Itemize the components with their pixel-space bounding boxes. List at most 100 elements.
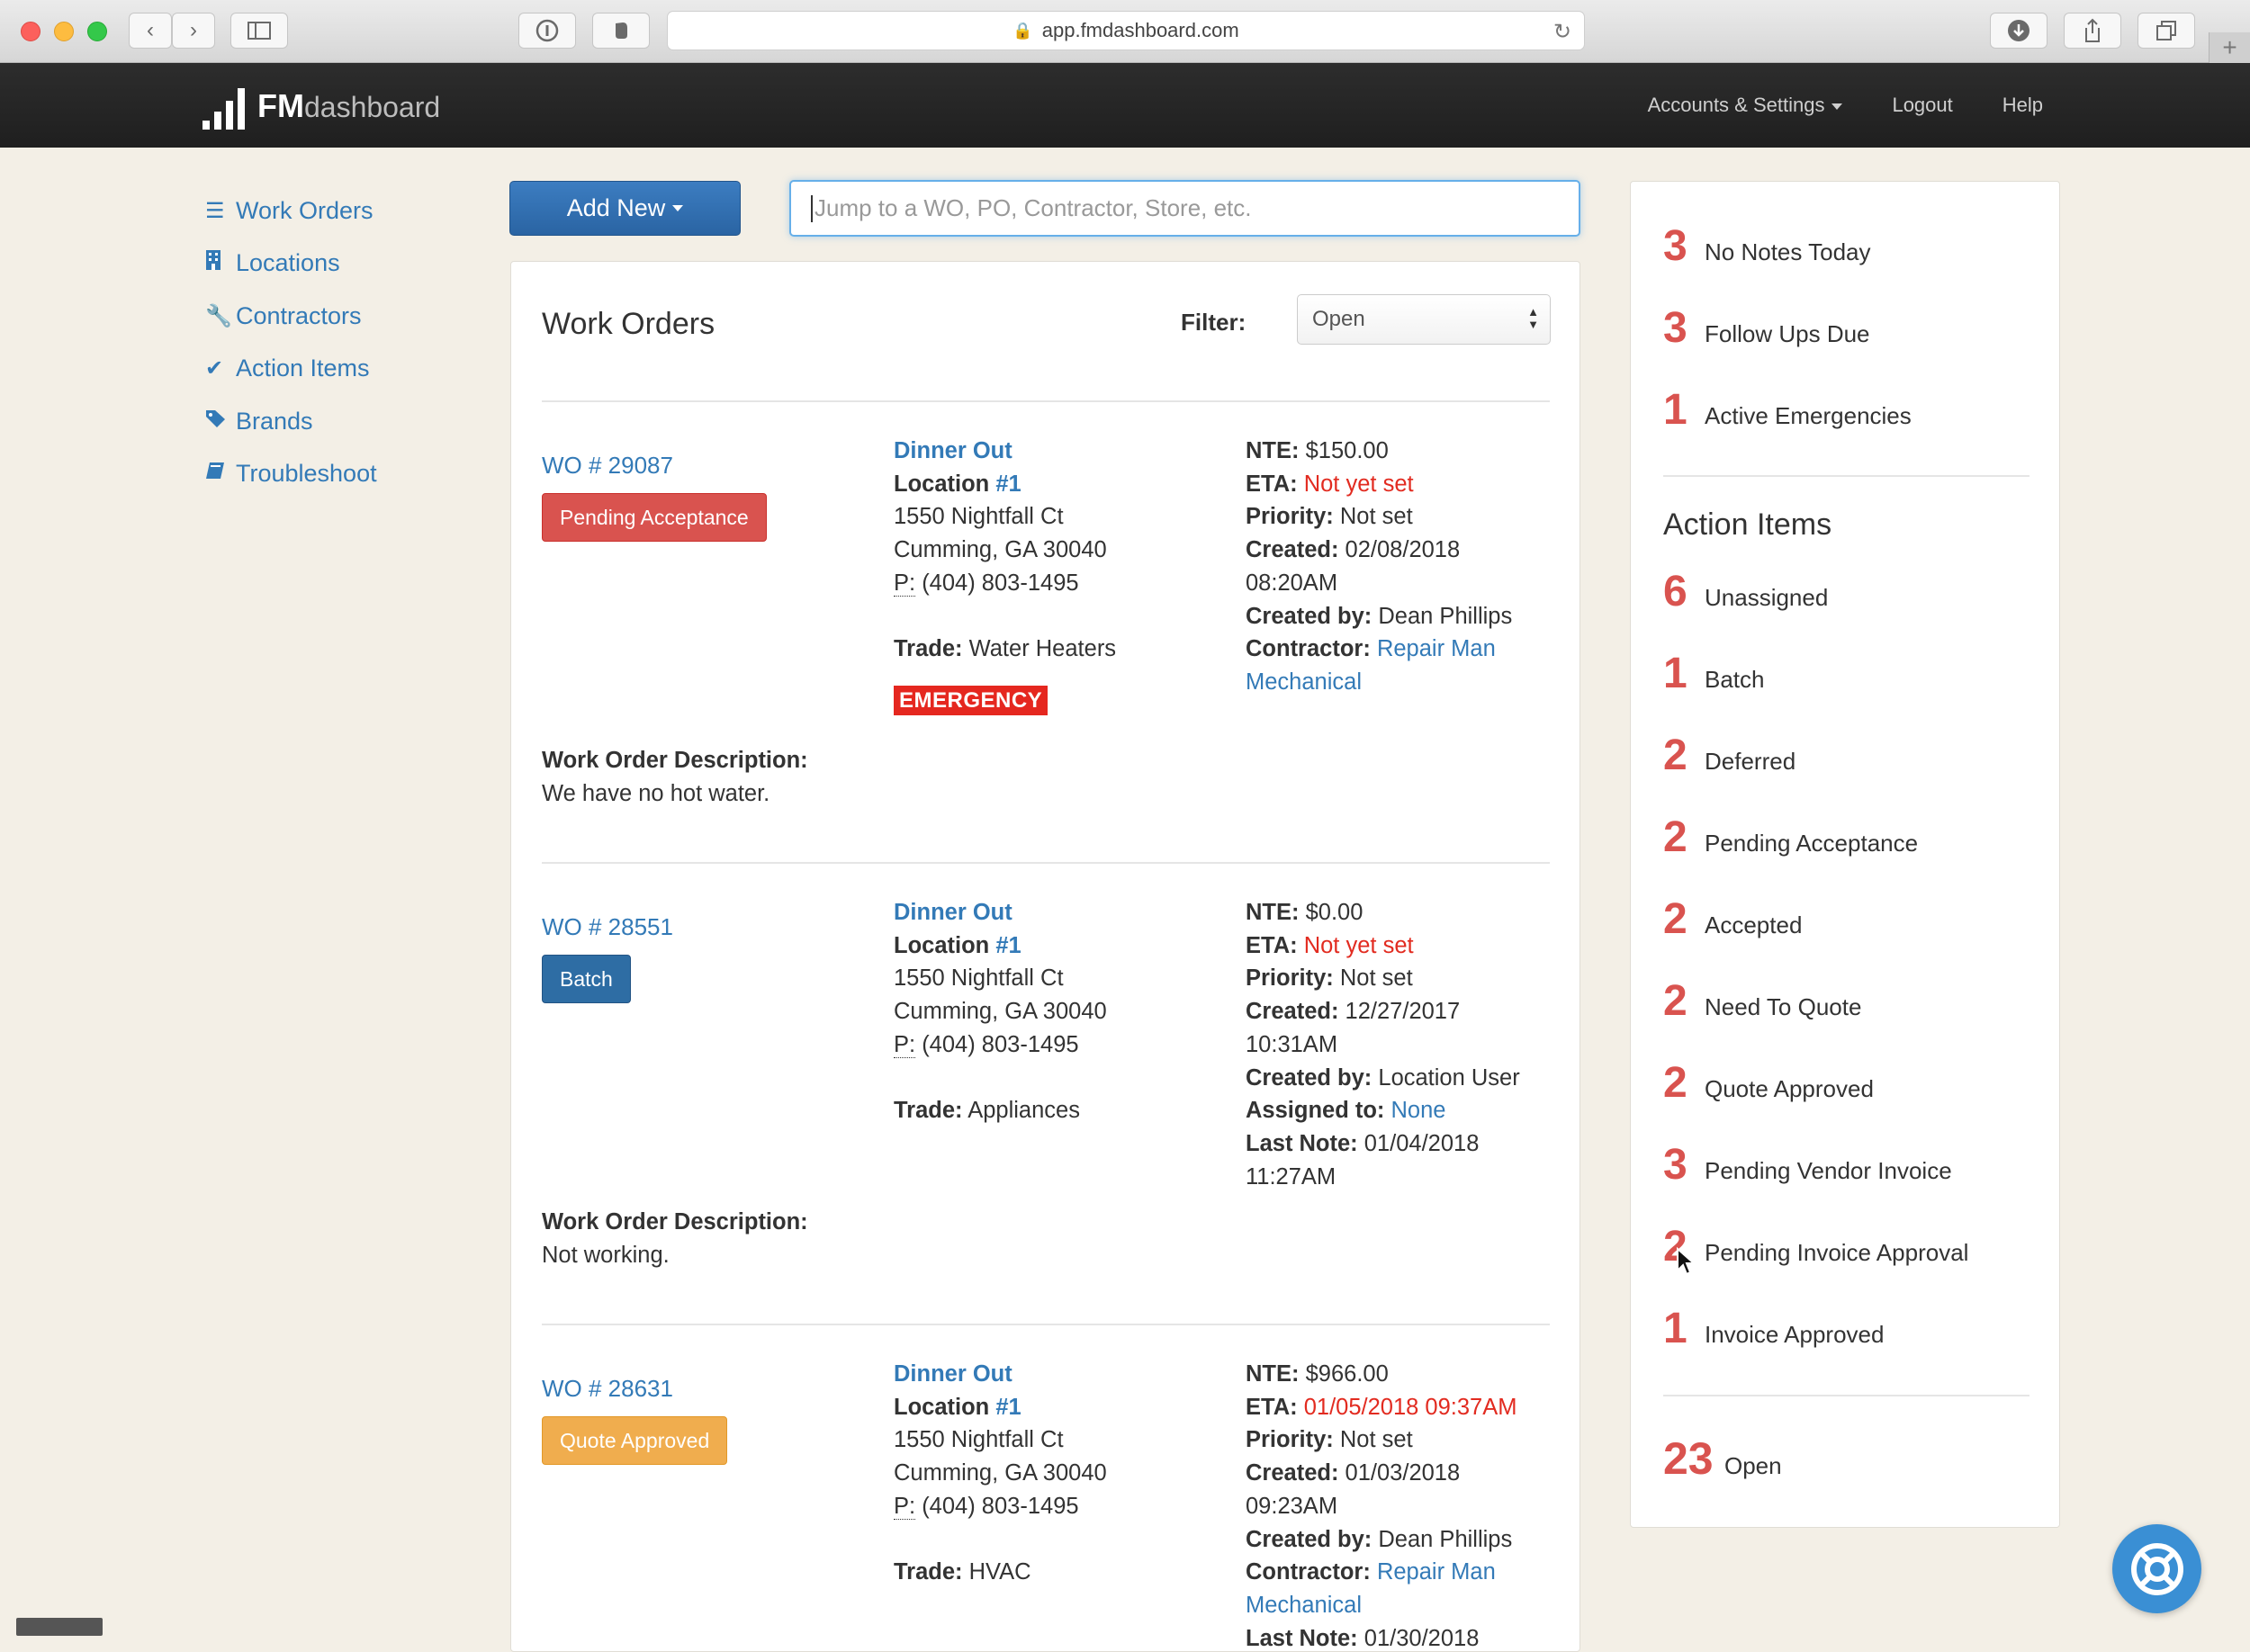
sidebar-item-troubleshoot[interactable]: Troubleshoot bbox=[205, 448, 377, 501]
status-badge[interactable]: Quote Approved bbox=[542, 1416, 728, 1465]
check-icon: ✔ bbox=[205, 356, 224, 382]
contractor-link[interactable]: Repair Man bbox=[1377, 636, 1496, 661]
sidebar-item-label: Troubleshoot bbox=[236, 460, 377, 488]
created-date: 01/03/2018 bbox=[1345, 1460, 1461, 1486]
sidebar-item-brands[interactable]: Brands bbox=[205, 395, 377, 448]
action-item-pending-vendor-invoice[interactable]: 3 Pending Vendor Invoice bbox=[1663, 1140, 1952, 1190]
action-item-quote-approved[interactable]: 2 Quote Approved bbox=[1663, 1058, 1874, 1108]
window-zoom-button[interactable] bbox=[87, 22, 107, 41]
trade-value: Appliances bbox=[968, 1098, 1080, 1124]
action-item-unassigned[interactable]: 6 Unassigned bbox=[1663, 567, 1828, 616]
phone-prefix: P: bbox=[894, 1031, 916, 1058]
help-link[interactable]: Help bbox=[2002, 94, 2043, 117]
stat-label: Unassigned bbox=[1705, 584, 1829, 611]
action-item-deferred[interactable]: 2 Deferred bbox=[1663, 731, 1796, 780]
brand-link[interactable]: Dinner Out bbox=[894, 1358, 1107, 1391]
accounts-settings-menu[interactable]: Accounts & Settings bbox=[1648, 94, 1843, 117]
caret-down-icon bbox=[672, 205, 684, 211]
wo-number-link[interactable]: WO # 28631 bbox=[542, 1375, 673, 1403]
eta-value: Not yet set bbox=[1303, 471, 1414, 497]
last-note-date: 01/04/2018 bbox=[1364, 1130, 1480, 1156]
brand-link[interactable]: Dinner Out bbox=[894, 896, 1107, 929]
jump-search-input[interactable]: Jump to a WO, PO, Contractor, Store, etc… bbox=[789, 180, 1580, 237]
stat-count: 1 bbox=[1663, 386, 1688, 434]
contractor-link-cont[interactable]: Mechanical bbox=[1246, 1589, 1552, 1622]
address-line-2: Cumming, GA 30040 bbox=[894, 999, 1107, 1025]
action-item-batch[interactable]: 1 Batch bbox=[1663, 649, 1765, 698]
evernote-button[interactable] bbox=[592, 13, 650, 49]
stat-count: 23 bbox=[1663, 1433, 1714, 1484]
stat-count: 3 bbox=[1663, 222, 1688, 270]
add-new-label: Add New bbox=[566, 194, 666, 221]
sidebar-item-label: Locations bbox=[236, 249, 340, 277]
brand-logo[interactable]: FMdashboard bbox=[202, 79, 440, 130]
sidebar-item-label: Contractors bbox=[236, 301, 362, 329]
stat-label: Pending Acceptance bbox=[1705, 830, 1919, 857]
created-label: Created: bbox=[1246, 999, 1339, 1025]
sidebar-item-work-orders[interactable]: ☰ Work Orders bbox=[205, 184, 377, 238]
location-number-link[interactable]: #1 bbox=[995, 933, 1021, 958]
new-tab-button[interactable]: + bbox=[2209, 32, 2250, 63]
nte-value: $966.00 bbox=[1305, 1361, 1389, 1387]
eta-label: ETA: bbox=[1246, 471, 1298, 497]
address-line-1: 1550 Nightfall Ct bbox=[894, 504, 1064, 530]
stat-label: Batch bbox=[1705, 666, 1765, 693]
share-button[interactable] bbox=[2064, 13, 2121, 49]
help-widget-button[interactable] bbox=[2112, 1524, 2201, 1613]
assigned-link[interactable]: None bbox=[1391, 1098, 1446, 1123]
action-items-heading: Action Items bbox=[1663, 507, 1832, 542]
sidebar-item-contractors[interactable]: 🔧 Contractors bbox=[205, 290, 377, 343]
phone-number: (404) 803-1495 bbox=[922, 570, 1079, 596]
book-icon bbox=[205, 461, 232, 487]
location-number-link[interactable]: #1 bbox=[995, 1395, 1021, 1420]
contractor-link[interactable]: Repair Man bbox=[1377, 1559, 1496, 1585]
stat-open-total[interactable]: 23 Open bbox=[1663, 1432, 1782, 1485]
filter-select[interactable]: Open ▲ ▼ bbox=[1297, 294, 1551, 345]
sidebar-item-locations[interactable]: Locations bbox=[205, 238, 377, 291]
forward-button[interactable]: › bbox=[172, 13, 215, 49]
wo-number-link[interactable]: WO # 28551 bbox=[542, 913, 673, 941]
chevron-left-icon: ‹ bbox=[147, 18, 154, 42]
action-item-accepted[interactable]: 2 Accepted bbox=[1663, 894, 1802, 944]
add-new-button[interactable]: Add New bbox=[509, 181, 741, 236]
created-date: 02/08/2018 bbox=[1345, 537, 1461, 563]
stat-active-emergencies[interactable]: 1 Active Emergencies bbox=[1663, 385, 1912, 435]
tags-icon bbox=[205, 409, 232, 435]
back-button[interactable]: ‹ bbox=[129, 13, 172, 49]
address-bar[interactable]: 🔒 app.fmdashboard.com ↻ bbox=[667, 11, 1585, 50]
contractor-link-cont[interactable]: Mechanical bbox=[1246, 666, 1552, 699]
action-item-invoice-approved[interactable]: 1 Invoice Approved bbox=[1663, 1304, 1884, 1353]
wo-number-link[interactable]: WO # 29087 bbox=[542, 452, 673, 480]
navbar-links: Accounts & Settings Logout Help bbox=[1648, 63, 2043, 148]
action-item-pending-invoice-approval[interactable]: 2 Pending Invoice Approval bbox=[1663, 1222, 1968, 1271]
work-order-item: WO # 28551 Batch Dinner Out Location #1 … bbox=[542, 862, 1550, 1324]
trade-value: HVAC bbox=[968, 1559, 1031, 1585]
wo-location-column: Dinner Out Location #1 1550 Nightfall Ct… bbox=[894, 1358, 1107, 1589]
password-button[interactable] bbox=[518, 13, 576, 49]
window-minimize-button[interactable] bbox=[54, 22, 74, 41]
stat-label: Need To Quote bbox=[1705, 993, 1862, 1020]
action-item-need-to-quote[interactable]: 2 Need To Quote bbox=[1663, 976, 1861, 1026]
location-number-link[interactable]: #1 bbox=[995, 471, 1021, 497]
stat-label: Pending Vendor Invoice bbox=[1705, 1157, 1952, 1184]
downloads-button[interactable] bbox=[1990, 13, 2048, 49]
sidebar-toggle-button[interactable] bbox=[230, 13, 288, 49]
status-badge[interactable]: Batch bbox=[542, 955, 631, 1003]
stat-follow-ups-due[interactable]: 3 Follow Ups Due bbox=[1663, 303, 1870, 353]
sidebar-item-action-items[interactable]: ✔ Action Items bbox=[205, 343, 377, 396]
description-text: We have no hot water. bbox=[542, 780, 770, 806]
filter-label: Filter: bbox=[1181, 309, 1246, 336]
priority-value: Not set bbox=[1339, 965, 1413, 992]
wo-description: Work Order Description: Not working. bbox=[542, 1206, 808, 1271]
logout-link[interactable]: Logout bbox=[1892, 94, 1952, 117]
tabs-overview-button[interactable] bbox=[2138, 13, 2195, 49]
priority-label: Priority: bbox=[1246, 965, 1334, 992]
wrench-icon: 🔧 bbox=[205, 303, 232, 328]
stat-no-notes-today[interactable]: 3 No Notes Today bbox=[1663, 221, 1871, 271]
action-item-pending-acceptance[interactable]: 2 Pending Acceptance bbox=[1663, 813, 1918, 862]
window-close-button[interactable] bbox=[21, 22, 40, 41]
brand-link[interactable]: Dinner Out bbox=[894, 435, 1116, 468]
reload-icon[interactable]: ↻ bbox=[1553, 19, 1571, 45]
description-text: Not working. bbox=[542, 1242, 670, 1268]
status-badge[interactable]: Pending Acceptance bbox=[542, 493, 767, 542]
